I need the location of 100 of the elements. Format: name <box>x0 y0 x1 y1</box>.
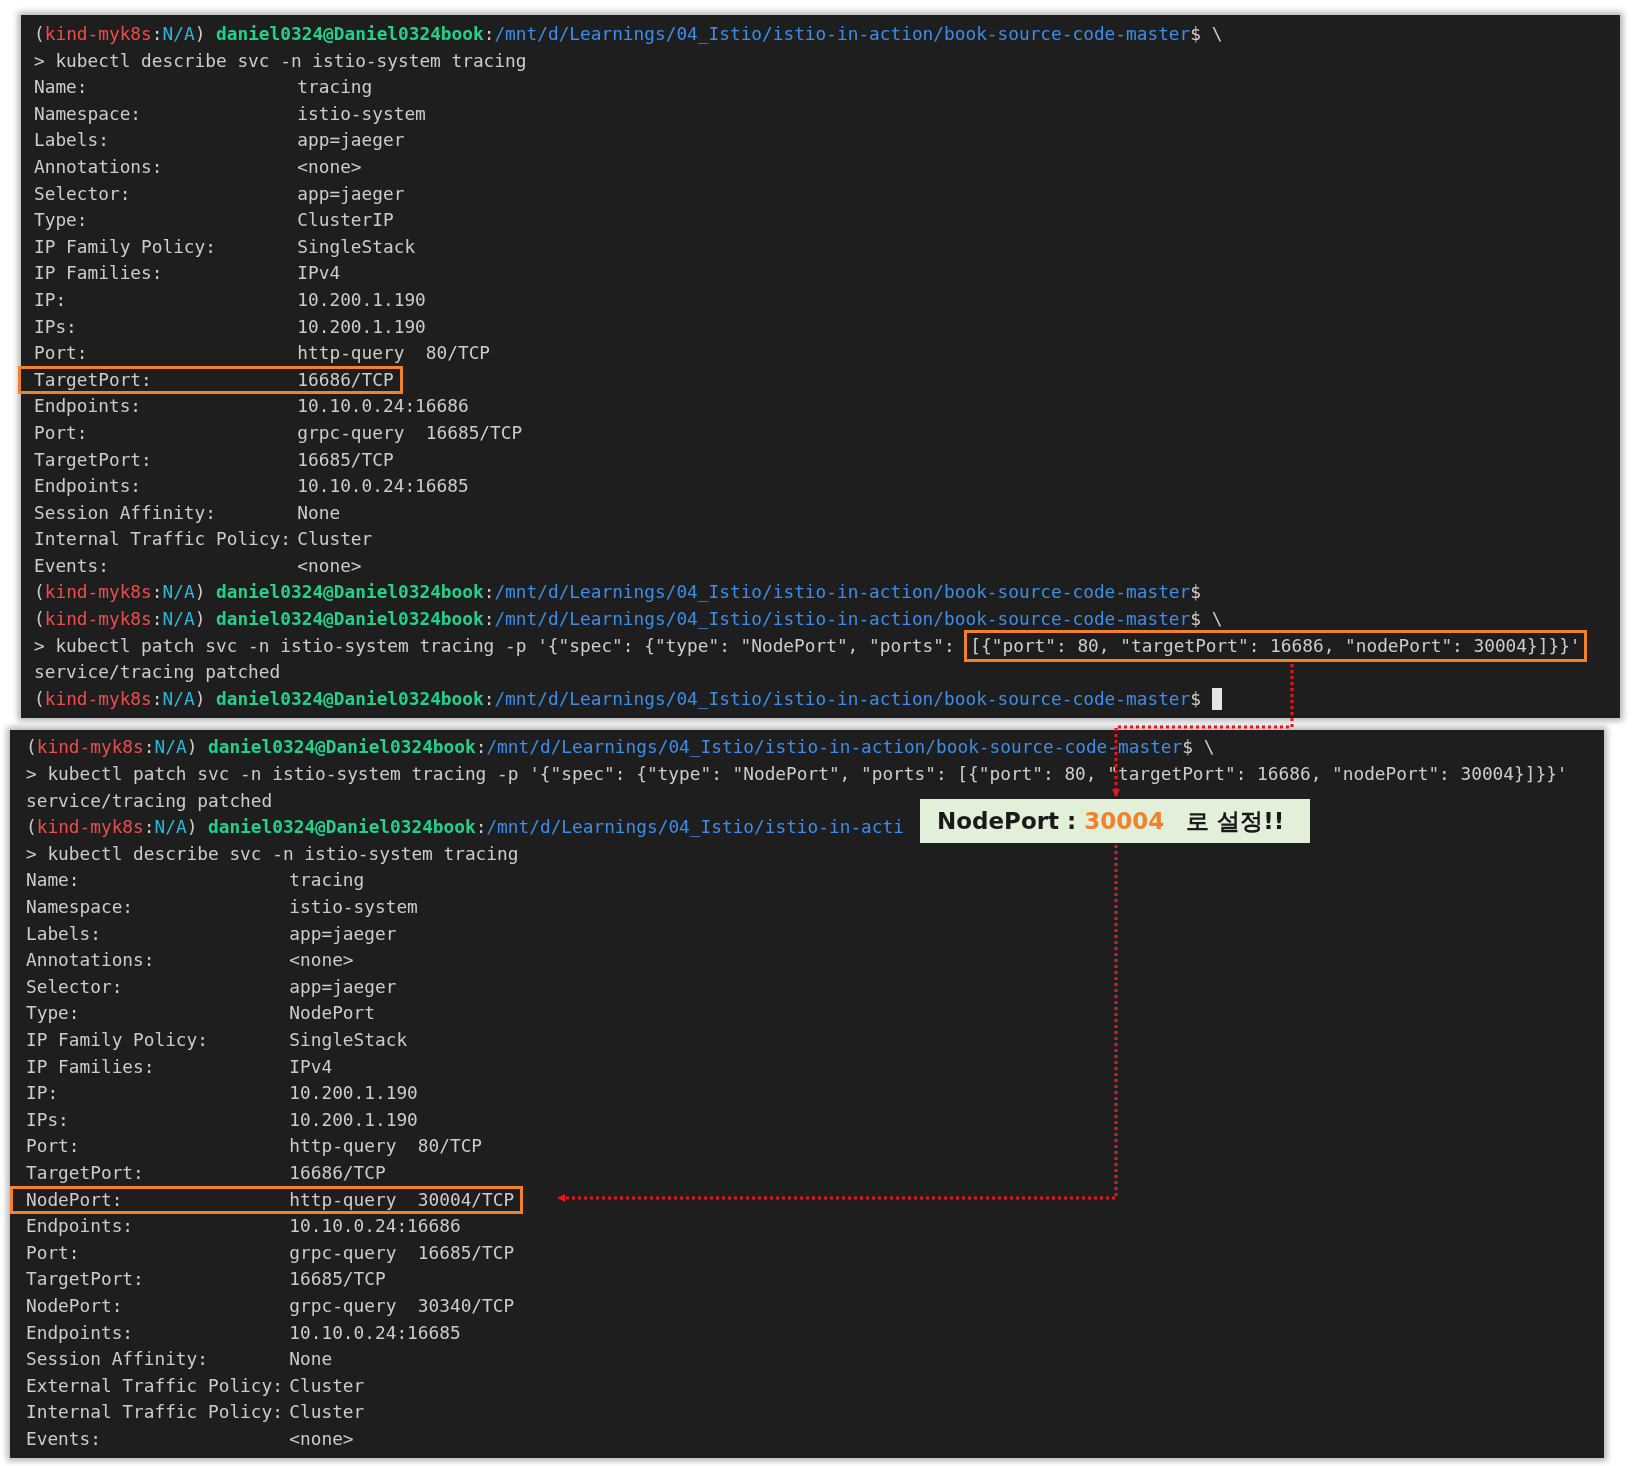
prompt-text: $ <box>1190 686 1201 711</box>
prompt-text: : <box>483 686 495 711</box>
prompt-text: : <box>475 735 487 760</box>
field-value: Cluster <box>289 1400 365 1425</box>
prompt-text: : <box>151 686 163 711</box>
field-value: app=jaeger <box>297 128 405 153</box>
prompt-text: ) <box>194 686 207 711</box>
field-label: External Traffic Policy: <box>26 1373 284 1398</box>
user-host: daniel0324@Daniel0324book <box>216 607 484 632</box>
prompt-text: : <box>483 580 495 605</box>
field-value: 16686/TCP <box>297 367 394 392</box>
field-label: Namespace: <box>34 101 143 126</box>
working-directory: /mnt/d/Learnings/04_Istio/istio-in-action/book-source-code-master <box>494 607 1191 632</box>
prompt-text: ( <box>34 686 45 711</box>
field-value: http-query 80/TCP <box>289 1134 483 1159</box>
field-label: IP Families: <box>34 261 164 286</box>
callout-label: NodePort : <box>937 808 1078 834</box>
field-value: IPv4 <box>297 261 341 286</box>
field-label: TargetPort: <box>34 447 153 472</box>
prompt-text: ( <box>34 607 45 632</box>
prompt-text: $ \ <box>1190 607 1223 632</box>
field-label: IP Family Policy: <box>26 1027 209 1052</box>
field-label: Endpoints: <box>34 474 143 499</box>
field-value: 10.200.1.190 <box>289 1081 418 1106</box>
field-label: Annotations: <box>26 948 156 973</box>
field-label: NodePort: <box>26 1293 124 1318</box>
field-label: IPs: <box>26 1107 70 1132</box>
command-text: > kubectl patch svc -n istio-system tracing -p '{"spec": {"type": "NodePort", "ports": <box>34 633 956 658</box>
field-value: http-query 80/TCP <box>297 341 491 366</box>
kube-namespace: N/A <box>162 580 195 605</box>
command-text: > kubectl describe svc -n istio-system tracing <box>26 841 519 866</box>
kube-context: kind-myk8s <box>44 22 152 46</box>
field-label: Port: <box>26 1240 81 1265</box>
field-label: Port: <box>34 420 89 445</box>
field-value: app=jaeger <box>297 181 405 206</box>
field-label: Internal Traffic Policy: <box>34 527 292 552</box>
prompt-text: : <box>151 580 163 605</box>
field-value: tracing <box>297 75 373 100</box>
working-directory: /mnt/d/Learnings/04_Istio/istio-in-action/book-source-code-master <box>494 22 1191 46</box>
field-label: NodePort: <box>26 1187 124 1212</box>
field-label: Session Affinity: <box>26 1347 209 1372</box>
user-host: daniel0324@Daniel0324book <box>208 815 476 840</box>
field-label: Namespace: <box>26 895 135 919</box>
field-value: grpc-query 30340/TCP <box>289 1293 515 1318</box>
kube-namespace: N/A <box>162 686 195 711</box>
user-host: daniel0324@Daniel0324book <box>216 686 484 711</box>
working-directory: /mnt/d/Learnings/04_Istio/istio-in-action/book-source-code-master <box>486 735 1183 760</box>
kube-namespace: N/A <box>154 735 187 760</box>
field-value: 16686/TCP <box>289 1160 386 1185</box>
prompt-text: $ \ <box>1182 735 1215 760</box>
kube-context: kind-myk8s <box>44 580 152 605</box>
prompt-text: ) <box>186 815 199 840</box>
field-label: Labels: <box>26 921 102 946</box>
field-value: app=jaeger <box>289 974 397 999</box>
prompt-text: ( <box>34 22 45 46</box>
prompt-text: : <box>483 22 495 46</box>
field-label: Port: <box>34 341 89 366</box>
working-directory: /mnt/d/Learnings/04_Istio/istio-in-acti <box>486 815 904 840</box>
field-value: Cluster <box>297 527 373 552</box>
field-label: Selector: <box>34 181 132 206</box>
prompt-text: ( <box>26 735 37 760</box>
field-value: app=jaeger <box>289 921 397 946</box>
field-value: <none> <box>297 154 362 179</box>
command-text: > kubectl describe svc -n istio-system tracing <box>34 48 527 73</box>
field-value: 10.200.1.190 <box>297 287 426 312</box>
field-value: <none> <box>289 1426 354 1451</box>
field-value: 10.200.1.190 <box>297 314 426 339</box>
command-text: > kubectl patch svc -n istio-system tracing -p '{"spec": {"type": "NodePort", "ports": [{"port": 80, "targetPort": 16686, "nodePort": 30004}]}}' <box>26 762 1568 787</box>
field-label: IP: <box>34 287 68 312</box>
field-value: None <box>289 1347 333 1372</box>
text-cursor <box>1211 687 1222 710</box>
field-value: 10.200.1.190 <box>289 1107 418 1132</box>
kube-context: kind-myk8s <box>44 607 152 632</box>
field-value: NodePort <box>289 1001 375 1026</box>
field-label: Name: <box>34 75 89 100</box>
field-value: IPv4 <box>289 1054 333 1079</box>
field-label: IP: <box>26 1081 60 1106</box>
field-value: grpc-query 16685/TCP <box>289 1240 515 1265</box>
field-label: Endpoints: <box>26 1214 135 1239</box>
field-value: tracing <box>289 868 365 893</box>
kube-context: kind-myk8s <box>44 686 152 711</box>
callout-value: 30004 <box>1084 808 1165 834</box>
output-text: service/tracing patched <box>26 788 273 813</box>
field-label: IPs: <box>34 314 78 339</box>
callout-note: 로 설정!! <box>1186 806 1285 836</box>
field-label: Annotations: <box>34 154 164 179</box>
prompt-text: ( <box>34 580 45 605</box>
field-label: Labels: <box>34 128 110 153</box>
field-label: Internal Traffic Policy: <box>26 1400 284 1425</box>
field-value: 10.10.0.24:16686 <box>297 394 469 419</box>
prompt-text: ) <box>186 735 199 760</box>
prompt-text: : <box>475 815 487 840</box>
field-label: IP Family Policy: <box>34 234 217 259</box>
field-value: grpc-query 16685/TCP <box>297 420 523 445</box>
prompt-text: ) <box>194 22 207 46</box>
output-text: service/tracing patched <box>34 660 281 685</box>
field-value: 16685/TCP <box>297 447 394 472</box>
prompt-text: ( <box>26 815 37 840</box>
working-directory: /mnt/d/Learnings/04_Istio/istio-in-action/book-source-code-master <box>494 686 1191 711</box>
kube-context: kind-myk8s <box>36 735 144 760</box>
